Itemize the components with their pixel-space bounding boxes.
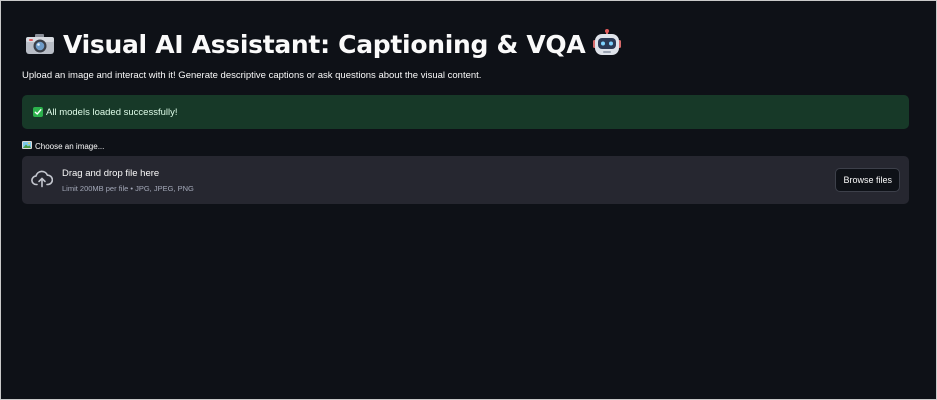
dropzone-instructions: Drag and drop file here [62, 168, 160, 179]
page-title-row: Visual AI Assistant: Captioning & VQA [25, 27, 622, 61]
status-message: All models loaded successfully! [46, 106, 178, 118]
picture-icon [22, 141, 32, 151]
cloud-upload-icon [31, 170, 54, 193]
page-title: Visual AI Assistant: Captioning & VQA [63, 29, 586, 59]
app-window: Visual AI Assistant: Captioning & VQA Up… [0, 0, 937, 400]
uploader-label: Choose an image... [35, 141, 105, 151]
page-subtitle: Upload an image and interact with it! Ge… [22, 70, 482, 81]
dropzone-limit-text: Limit 200MB per file • JPG, JPEG, PNG [62, 184, 194, 193]
file-dropzone[interactable]: Drag and drop file here Limit 200MB per … [22, 156, 909, 204]
uploader-label-row: Choose an image... [22, 141, 104, 151]
robot-icon [593, 29, 622, 59]
check-icon [33, 107, 43, 117]
status-alert: All models loaded successfully! [22, 95, 909, 129]
browse-files-button[interactable]: Browse files [835, 168, 900, 192]
camera-icon [25, 33, 55, 55]
